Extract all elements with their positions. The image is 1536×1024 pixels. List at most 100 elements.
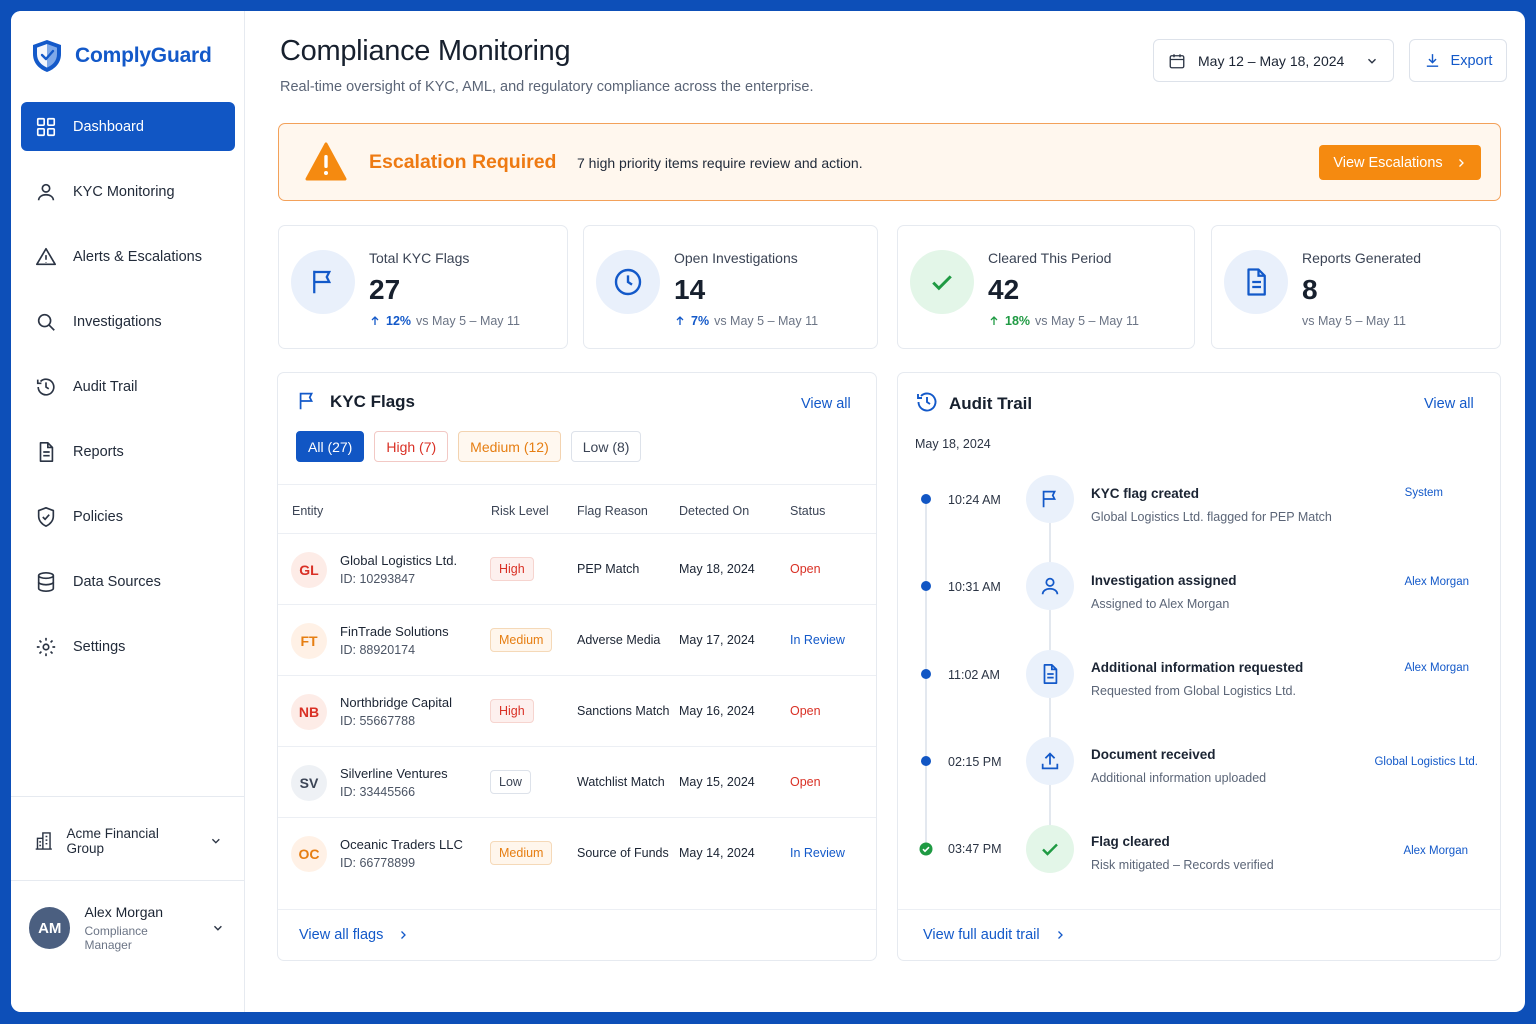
flag-reason: Source of Funds	[577, 846, 669, 860]
stat-label: Cleared This Period	[988, 250, 1112, 266]
event-actor[interactable]: Alex Morgan	[1404, 576, 1469, 588]
detected-on: May 14, 2024	[679, 846, 755, 860]
user-info: Alex Morgan Compliance Manager	[84, 904, 197, 952]
table-row[interactable]: SV Silverline Ventures ID: 33445566 Low …	[278, 746, 876, 817]
risk-badge: High	[490, 699, 534, 723]
sidebar-item-data-sources[interactable]: Data Sources	[21, 557, 235, 606]
delta-compare: vs May 5 – May 11	[714, 314, 819, 328]
stat-card-kyc-flags[interactable]: Total KYC Flags 27 12% vs May 5 – May 11	[278, 225, 568, 349]
table-row[interactable]: FT FinTrade Solutions ID: 88920174 Mediu…	[278, 604, 876, 675]
stat-delta: 12% vs May 5 – May 11	[369, 314, 520, 328]
risk-badge: Medium	[490, 628, 553, 652]
building-icon	[35, 832, 52, 850]
sidebar-item-label: Settings	[73, 638, 126, 655]
calendar-icon	[1169, 53, 1185, 68]
event-title: Additional information requested	[1091, 660, 1304, 675]
filter-chip-high[interactable]: High (7)	[374, 431, 449, 462]
sidebar: ComplyGuard Dashboard KYC Monitoring Ale…	[11, 11, 245, 1012]
sidebar-item-kyc-monitoring[interactable]: KYC Monitoring	[21, 167, 235, 216]
document-icon	[39, 441, 54, 462]
detected-on: May 18, 2024	[679, 562, 755, 576]
entity-avatar: SV	[291, 765, 327, 801]
search-icon	[37, 313, 55, 331]
sidebar-item-audit-trail[interactable]: Audit Trail	[21, 362, 235, 411]
flag-icon	[299, 392, 313, 410]
user-menu[interactable]: AM Alex Morgan Compliance Manager	[29, 904, 225, 952]
filter-chip-medium[interactable]: Medium (12)	[458, 431, 561, 462]
chevron-right-icon	[1458, 158, 1464, 167]
column-header[interactable]: Risk Level	[491, 504, 549, 518]
event-description: Assigned to Alex Morgan	[1091, 597, 1230, 611]
filter-chip-low[interactable]: Low (8)	[570, 431, 642, 462]
app-window: ComplyGuard Dashboard KYC Monitoring Ale…	[11, 11, 1525, 1012]
sidebar-item-reports[interactable]: Reports	[21, 427, 235, 476]
view-all-flags-link[interactable]: View all flags	[299, 927, 409, 943]
audit-trail-panel: Audit Trail View all May 18, 2024 10:24 …	[897, 372, 1501, 961]
entity-id: ID: 55667788	[340, 714, 416, 728]
org-switcher[interactable]: Acme Financial Group	[33, 826, 223, 856]
date-range-picker[interactable]: May 12 – May 18, 2024	[1153, 39, 1394, 82]
stat-icon-circle	[291, 250, 355, 314]
delta-compare: vs May 5 – May 11	[1035, 314, 1140, 328]
event-actor[interactable]: Alex Morgan	[1403, 845, 1468, 857]
panel-title: Audit Trail	[949, 394, 1033, 413]
event-icon-circle	[1026, 825, 1074, 873]
history-icon	[917, 392, 937, 412]
chevron-down-icon	[1368, 58, 1376, 64]
entity-id: ID: 33445566	[340, 785, 416, 799]
table-row[interactable]: OC Oceanic Traders LLC ID: 66778899 Medi…	[278, 817, 876, 888]
status-text: Open	[790, 704, 821, 718]
event-time: 10:31 AM	[948, 580, 1001, 594]
event-actor[interactable]: System	[1405, 487, 1443, 499]
column-header[interactable]: Flag Reason	[577, 504, 648, 518]
event-actor[interactable]: Alex Morgan	[1404, 662, 1469, 674]
view-escalations-button[interactable]: View Escalations	[1319, 145, 1481, 180]
entity-id: ID: 66778899	[340, 856, 416, 870]
event-title: Investigation assigned	[1091, 573, 1237, 588]
sidebar-item-settings[interactable]: Settings	[21, 622, 235, 671]
column-header[interactable]: Detected On	[679, 504, 749, 518]
page-title: Compliance Monitoring	[280, 35, 571, 67]
arrow-up-icon	[371, 316, 379, 325]
stat-icon-circle	[1224, 250, 1288, 314]
main-content: Compliance Monitoring Real-time oversigh…	[245, 11, 1525, 1012]
event-icon-circle	[1026, 475, 1074, 523]
sidebar-item-policies[interactable]: Policies	[21, 492, 235, 541]
stat-card-reports[interactable]: Reports Generated 8 vs May 5 – May 11	[1211, 225, 1501, 349]
sidebar-item-alerts[interactable]: Alerts & Escalations	[21, 232, 235, 281]
kyc-flags-panel: KYC Flags View all All (27) High (7) Med…	[277, 372, 877, 961]
sidebar-item-dashboard[interactable]: Dashboard	[21, 102, 235, 151]
table-divider	[278, 909, 876, 910]
event-actor[interactable]: Global Logistics Ltd.	[1374, 756, 1478, 768]
check-icon	[1042, 843, 1058, 856]
stat-icon-circle	[596, 250, 660, 314]
stat-card-open-investigations[interactable]: Open Investigations 14 7% vs May 5 – May…	[583, 225, 878, 349]
stat-card-cleared[interactable]: Cleared This Period 42 18% vs May 5 – Ma…	[897, 225, 1195, 349]
flag-icon	[1042, 490, 1056, 508]
export-button[interactable]: Export	[1409, 39, 1507, 82]
sidebar-item-label: Dashboard	[73, 118, 144, 135]
brand[interactable]: ComplyGuard	[31, 39, 212, 73]
column-header[interactable]: Entity	[292, 504, 323, 518]
view-all-flags-label: View all flags	[299, 927, 384, 943]
panel-title: KYC Flags	[330, 392, 416, 411]
kyc-view-all-link[interactable]: View all	[801, 396, 851, 412]
entity-avatar: GL	[291, 552, 327, 588]
column-header[interactable]: Status	[790, 504, 825, 518]
check-icon	[932, 275, 952, 291]
view-full-audit-trail-label: View full audit trail	[923, 927, 1040, 943]
timeline-dot	[921, 756, 931, 766]
table-divider	[278, 484, 876, 485]
event-icon-circle	[1026, 737, 1074, 785]
audit-view-all-link[interactable]: View all	[1424, 396, 1474, 412]
event-time: 03:47 PM	[948, 842, 1002, 856]
flag-reason: Adverse Media	[577, 633, 661, 647]
view-full-audit-trail-link[interactable]: View full audit trail	[923, 927, 1066, 943]
table-row[interactable]: NB Northbridge Capital ID: 55667788 High…	[278, 675, 876, 746]
filter-chip-all[interactable]: All (27)	[296, 431, 365, 462]
table-row[interactable]: GL Global Logistics Ltd. ID: 10293847 Hi…	[278, 533, 876, 604]
user-icon	[1041, 577, 1059, 595]
sidebar-divider	[11, 796, 245, 797]
upload-icon	[1041, 752, 1059, 770]
sidebar-item-investigations[interactable]: Investigations	[21, 297, 235, 346]
